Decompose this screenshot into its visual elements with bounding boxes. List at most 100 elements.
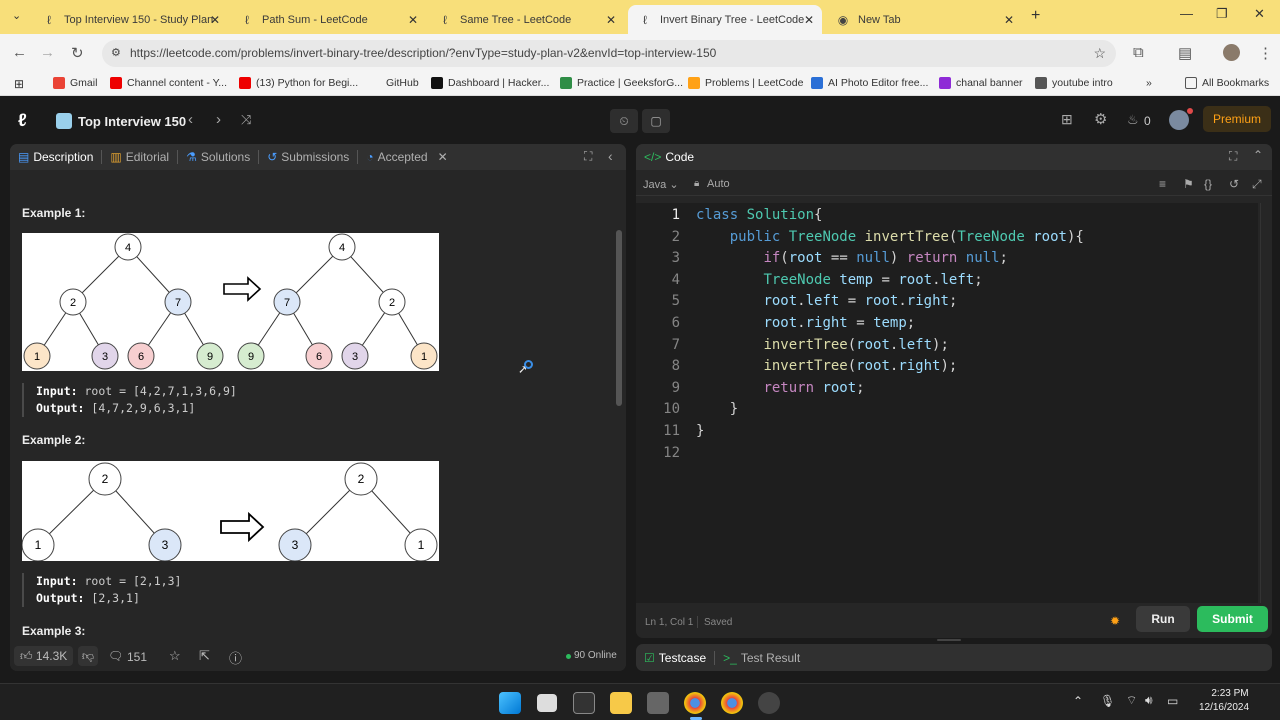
terminal-app-icon[interactable] [573,692,595,714]
submit-button[interactable]: Submit [1197,606,1268,632]
profile-avatar[interactable] [1223,44,1240,61]
site-info-icon[interactable]: ⚙ [111,40,121,67]
layout-icon[interactable]: ⊞ [1061,111,1073,128]
apps-icon[interactable]: ⊞ [14,77,24,91]
close-tab-icon[interactable]: ✕ [210,13,220,27]
volume-icon[interactable]: 🔊︎ [1145,693,1153,708]
chevron-up-icon[interactable]: ⌃ [1073,694,1083,708]
browser-tab[interactable]: ℓ Top Interview 150 - Study Plan ✕ [32,5,228,34]
chrome-icon[interactable] [684,692,706,714]
restore-icon[interactable]: ❐ [1216,6,1228,22]
bookmark-geeksforgeeks[interactable]: Practice | GeeksforG... [560,77,683,89]
format-icon[interactable]: ≡ [1159,177,1166,191]
next-problem-icon[interactable]: › [216,111,221,128]
new-tab-icon[interactable]: + [1031,7,1040,25]
braces-icon[interactable]: {} [1204,177,1212,191]
bookmark-chanal-banner[interactable]: chanal banner [939,77,1023,89]
close-tab-icon[interactable]: ✕ [804,13,814,27]
tab-code[interactable]: </> Code [636,144,702,170]
tab-accepted[interactable]: ◔ Accepted ✕ [358,144,455,170]
collapse-icon[interactable]: ‹ [608,148,613,164]
bookmark-ai-photo[interactable]: AI Photo Editor free... [811,77,928,89]
auto-mode[interactable]: Auto [707,178,730,190]
streak-icon[interactable]: ♨ [1127,112,1139,128]
extensions-icon[interactable]: ⧉ [1133,44,1144,61]
tab-submissions[interactable]: ↺ Submissions [259,144,357,170]
browser-tab[interactable]: ℓ Same Tree - LeetCode ✕ [428,5,624,34]
sidebar-icon[interactable]: ▤ [1178,44,1192,62]
run-button[interactable]: Run [1136,606,1190,632]
tab-description[interactable]: ▤ Description [10,144,101,170]
editor-scrollbar[interactable] [1260,203,1268,603]
language-select[interactable]: Java ⌄ [643,178,679,191]
comment-icon[interactable]: 🗨︎ [108,649,123,663]
reset-icon[interactable]: ↺ [1229,177,1239,191]
wifi-icon[interactable]: ⌔ [1126,693,1137,708]
windows-start-icon[interactable] [499,692,521,714]
calculator-icon[interactable] [647,692,669,714]
debug-icon[interactable]: ✹ [1110,614,1120,628]
panel-resize-handle[interactable] [937,639,961,641]
close-tab-icon[interactable]: ✕ [438,150,448,164]
scroll-thumb[interactable] [616,230,622,406]
chrome-profile-icon[interactable] [721,692,743,714]
microphone-icon[interactable]: 🎙︎ [1100,694,1115,708]
favorite-star-icon[interactable]: ☆ [169,648,181,664]
share-icon[interactable]: ⇱ [199,648,210,664]
bookmark-leetcode[interactable]: Problems | LeetCode [688,77,803,89]
premium-button[interactable]: Premium [1203,106,1271,132]
obs-icon[interactable] [758,692,780,714]
study-plan-title[interactable]: Top Interview 150 [78,114,186,129]
fullscreen-icon[interactable]: ⤢ [1252,177,1262,192]
prev-problem-icon[interactable]: ‹ [188,111,193,128]
maximize-icon[interactable]: ⛶ [1229,149,1237,164]
leetcode-logo-icon[interactable]: ℓ [18,110,27,131]
user-avatar[interactable] [1169,110,1189,130]
tree-node-label: 9 [248,351,254,363]
address-bar[interactable]: ⚙ https://leetcode.com/problems/invert-b… [102,40,1116,67]
more-bookmarks-icon[interactable]: » [1146,77,1152,89]
browser-tab-active[interactable]: ℓ Invert Binary Tree - LeetCode ✕ [628,5,822,34]
minimize-icon[interactable]: — [1180,6,1193,21]
settings-icon[interactable]: ⚙ [1094,110,1107,128]
tab-editorial[interactable]: ▥ Editorial [102,144,177,170]
help-icon[interactable]: ⓘ [229,648,242,667]
menu-icon[interactable]: ⋮ [1258,44,1273,62]
reload-icon[interactable]: ↻ [71,44,84,62]
notes-icon[interactable]: ▢ [642,109,670,133]
close-tab-icon[interactable]: ✕ [408,13,418,27]
bookmark-gmail[interactable]: Gmail [53,77,97,89]
maximize-icon[interactable]: ⛶ [584,149,592,164]
task-view-icon[interactable] [537,694,557,712]
bookmark-python[interactable]: (13) Python for Begi... [239,77,358,89]
tab-search-icon[interactable]: ⌄ [12,9,21,22]
shuffle-icon[interactable]: ⤨ [241,112,251,128]
scrollbar[interactable] [614,172,624,640]
browser-tab[interactable]: ◉ New Tab ✕ [826,5,1022,34]
bookmark-icon[interactable]: ⚑ [1183,177,1194,191]
bookmark-youtube-channel[interactable]: Channel content - Y... [110,77,227,89]
forward-icon[interactable]: → [40,44,55,61]
file-explorer-icon[interactable] [610,692,632,714]
browser-tab[interactable]: ℓ Path Sum - LeetCode ✕ [230,5,426,34]
dislike-button[interactable]: 👎︎ [78,646,98,666]
bookmark-github[interactable]: GitHub [386,77,419,89]
code-editor[interactable]: 1 class Solution{ 2 public TreeNode inver… [636,203,1258,603]
back-icon[interactable]: ← [12,44,27,61]
clock-time[interactable]: 2:23 PM [1203,688,1257,699]
clock-date[interactable]: 12/16/2024 [1191,702,1257,713]
timer-icon[interactable]: ⏲ [610,109,638,133]
battery-icon[interactable]: ▭ [1167,694,1178,708]
bookmark-hackerrank[interactable]: Dashboard | Hacker... [431,77,549,89]
bookmark-youtube-intro[interactable]: youtube intro [1035,77,1113,89]
close-tab-icon[interactable]: ✕ [606,13,616,27]
close-tab-icon[interactable]: ✕ [1004,13,1014,27]
tab-testcase[interactable]: ☑ Testcase [636,645,714,671]
all-bookmarks[interactable]: All Bookmarks [1185,77,1269,89]
like-button[interactable]: 👍︎ 14.3K [14,646,74,666]
close-window-icon[interactable]: ✕ [1254,6,1265,22]
collapse-icon[interactable]: ⌃ [1253,148,1263,162]
tab-solutions[interactable]: ⚗ Solutions [178,144,258,170]
bookmark-star-icon[interactable]: ☆ [1093,40,1106,67]
tab-test-result[interactable]: >_ Test Result [715,645,808,671]
